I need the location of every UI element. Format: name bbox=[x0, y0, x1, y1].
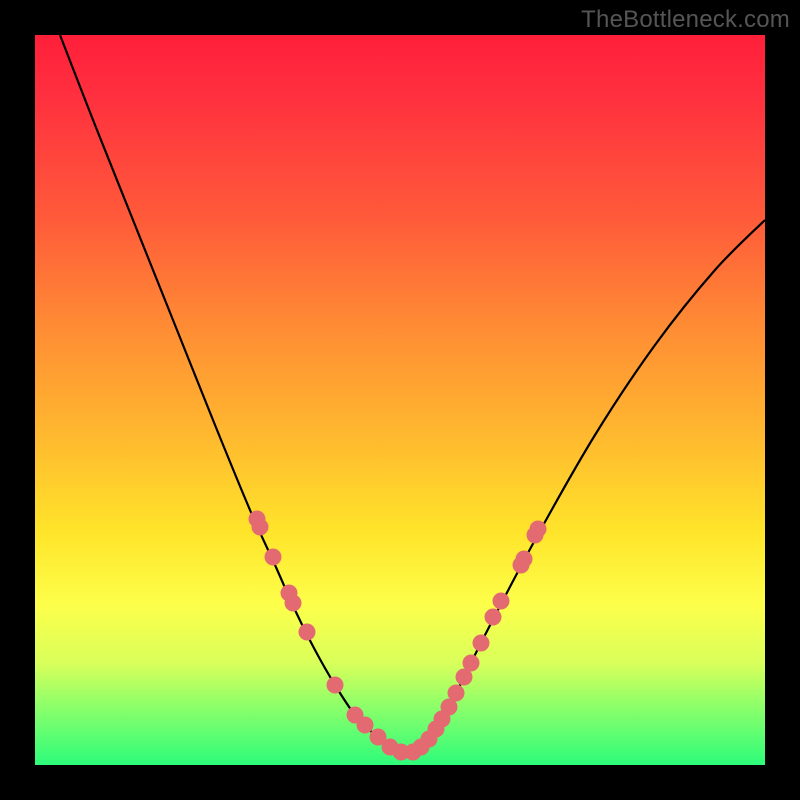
marker-dot bbox=[299, 624, 316, 641]
marker-dot bbox=[448, 685, 465, 702]
marker-dot bbox=[530, 521, 547, 538]
curve-path bbox=[60, 35, 765, 753]
marker-dot bbox=[473, 635, 490, 652]
marker-dot bbox=[357, 717, 374, 734]
marker-dot bbox=[493, 593, 510, 610]
marker-dot bbox=[252, 519, 269, 536]
chart-frame: TheBottleneck.com bbox=[0, 0, 800, 800]
watermark-text: TheBottleneck.com bbox=[581, 6, 790, 34]
highlight-markers bbox=[249, 511, 547, 761]
chart-svg bbox=[35, 35, 765, 765]
marker-dot bbox=[485, 609, 502, 626]
marker-dot bbox=[327, 677, 344, 694]
chart-plot-area bbox=[35, 35, 765, 765]
marker-dot bbox=[463, 655, 480, 672]
marker-dot bbox=[516, 551, 533, 568]
bottleneck-curve bbox=[60, 35, 765, 753]
marker-dot bbox=[265, 549, 282, 566]
marker-dot bbox=[285, 595, 302, 612]
